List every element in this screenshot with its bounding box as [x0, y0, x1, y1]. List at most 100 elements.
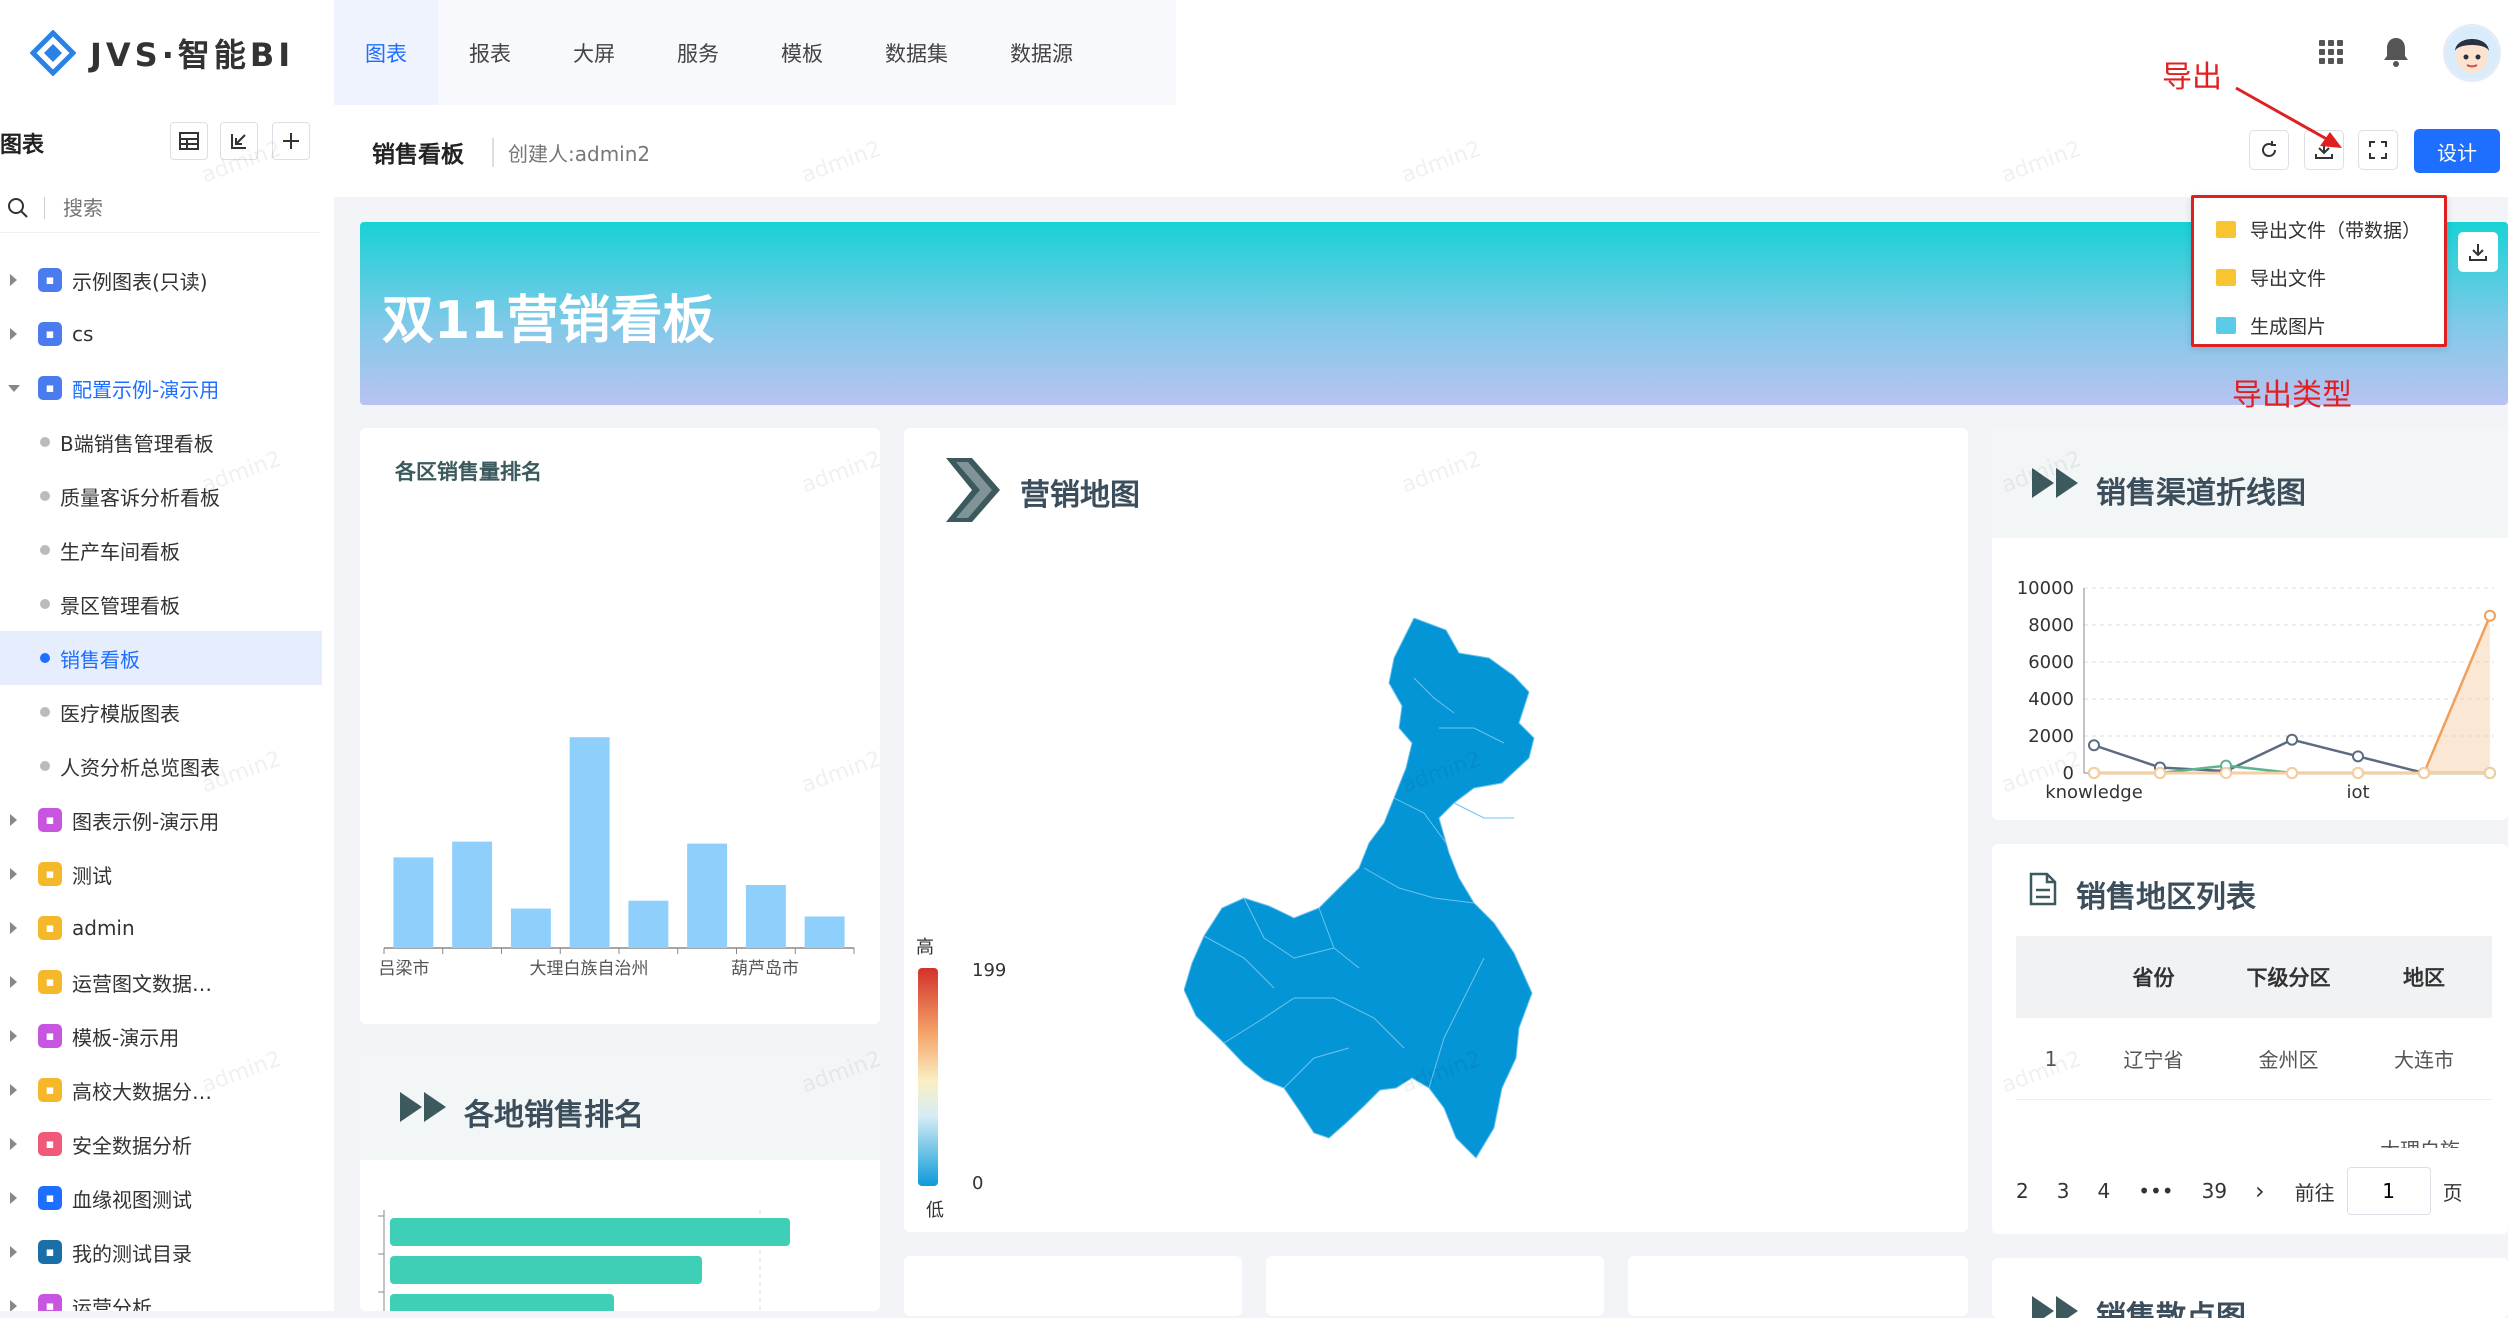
bar[interactable]	[745, 884, 786, 948]
table-header-cell: 地区	[2403, 966, 2445, 990]
data-point[interactable]	[2352, 750, 2364, 763]
nav-datasets[interactable]: 数据集	[854, 0, 979, 105]
tree-folder[interactable]: ▪ 模板-演示用	[0, 1009, 334, 1063]
data-point[interactable]	[2286, 733, 2298, 746]
bar[interactable]	[510, 908, 551, 948]
tree-folder[interactable]: ▪ 配置示例-演示用	[0, 361, 334, 415]
sidebar-tree: ▪ 示例图表(只读) ▪ cs ▪ 配置示例-演示用 B端销售管理看板 质量客诉分析看板 生产车…	[0, 253, 334, 1311]
caret-down-icon[interactable]	[8, 384, 20, 392]
apps-grid-icon[interactable]	[2317, 38, 2345, 70]
y-tick-label: 8000	[2028, 615, 2074, 636]
goto-page-input[interactable]	[2346, 1167, 2431, 1215]
nav-templates[interactable]: 模板	[750, 0, 854, 105]
caret-right-icon[interactable]	[10, 868, 17, 880]
data-point[interactable]	[2220, 767, 2232, 779]
tree-label: 配置示例-演示用	[72, 377, 220, 402]
menu-export-file[interactable]: 导出文件	[2216, 253, 2326, 301]
board-header: 销售看板 创建人:admin2 设计	[334, 105, 2508, 197]
tree-leaf[interactable]: 景区管理看板	[0, 577, 334, 631]
design-button[interactable]: 设计	[2414, 129, 2500, 173]
bar[interactable]	[452, 841, 493, 948]
page-number[interactable]: 4	[2097, 1179, 2110, 1203]
logo[interactable]: JVS·智能BI	[30, 28, 294, 78]
tree-folder[interactable]: ▪ admin	[0, 901, 334, 955]
nav-services[interactable]: 服务	[646, 0, 750, 105]
nav-charts[interactable]: 图表	[334, 0, 438, 105]
search-input[interactable]	[63, 195, 303, 220]
nav-screens[interactable]: 大屏	[542, 0, 646, 105]
data-point[interactable]	[2352, 767, 2364, 779]
add-button[interactable]	[272, 122, 310, 160]
avatar[interactable]	[2443, 24, 2501, 82]
tree-folder[interactable]: ▪ 我的测试目录	[0, 1225, 334, 1279]
tree-leaf[interactable]: 人资分析总览图表	[0, 739, 334, 793]
menu-export-with-data[interactable]: 导出文件（带数据）	[2216, 205, 2421, 253]
data-point[interactable]	[2418, 767, 2430, 779]
caret-right-icon[interactable]	[10, 1138, 17, 1150]
tree-folder[interactable]: ▪ 运营图文数据…	[0, 955, 334, 1009]
tree-folder[interactable]: ▪ 图表示例-演示用	[0, 793, 334, 847]
caret-right-icon[interactable]	[10, 976, 17, 988]
tree-folder[interactable]: ▪ 测试	[0, 847, 334, 901]
tree-folder[interactable]: ▪ 高校大数据分…	[0, 1063, 334, 1117]
bar[interactable]	[390, 1218, 790, 1246]
table-view-button[interactable]	[170, 122, 208, 160]
data-point[interactable]	[2088, 767, 2100, 779]
page-number[interactable]: 39	[2202, 1179, 2227, 1203]
caret-right-icon[interactable]	[10, 1300, 17, 1311]
tree-leaf[interactable]: 医疗模版图表	[0, 685, 334, 739]
table-row[interactable]: 1 辽宁省 金州区 大连市	[2016, 1018, 2492, 1100]
caret-right-icon[interactable]	[10, 1192, 17, 1204]
menu-generate-image[interactable]: 生成图片	[2216, 301, 2326, 349]
data-point[interactable]	[2088, 739, 2100, 752]
tree-leaf[interactable]: B端销售管理看板	[0, 415, 334, 469]
caret-right-icon[interactable]	[10, 922, 17, 934]
bar[interactable]	[687, 843, 728, 948]
nav-reports[interactable]: 报表	[438, 0, 542, 105]
tick-label: 大理白族自治州	[530, 959, 649, 979]
bar[interactable]	[393, 857, 434, 948]
tree-leaf[interactable]: 质量客诉分析看板	[0, 469, 334, 523]
table-partial-cell: 大理白族	[2380, 1134, 2460, 1148]
map-legend-bar	[918, 968, 938, 1186]
bell-icon[interactable]	[2382, 36, 2410, 72]
page-number[interactable]: •••	[2138, 1179, 2173, 1203]
caret-right-icon[interactable]	[10, 1030, 17, 1042]
tree-folder[interactable]: ▪ 运营分析	[0, 1279, 334, 1311]
page-number[interactable]: 3	[2057, 1179, 2070, 1203]
caret-right-icon[interactable]	[10, 328, 17, 340]
bar[interactable]	[390, 1294, 614, 1311]
map-legend-high: 高	[916, 937, 934, 958]
series-line[interactable]	[2094, 615, 2492, 775]
bar[interactable]	[804, 916, 845, 948]
import-button[interactable]	[220, 122, 258, 160]
tree-leaf[interactable]: 生产车间看板	[0, 523, 334, 577]
banner-download-button[interactable]	[2458, 232, 2498, 272]
data-point[interactable]	[2286, 767, 2298, 779]
tree-leaf[interactable]: 销售看板	[0, 631, 322, 685]
nav-datasources[interactable]: 数据源	[979, 0, 1104, 105]
pagination: 2 3 4 ••• 39 › 前往 页	[2016, 1166, 2496, 1216]
next-page-icon[interactable]: ›	[2255, 1177, 2265, 1205]
fullscreen-button[interactable]	[2358, 130, 2398, 170]
tree-folder[interactable]: ▪ 示例图表(只读)	[0, 253, 334, 307]
data-point[interactable]	[2484, 609, 2496, 622]
bar[interactable]	[390, 1256, 702, 1284]
bar[interactable]	[569, 737, 610, 948]
caret-right-icon[interactable]	[10, 814, 17, 826]
data-point[interactable]	[2154, 767, 2166, 779]
tree-folder[interactable]: ▪ cs	[0, 307, 334, 361]
tree-folder[interactable]: ▪ 安全数据分析	[0, 1117, 334, 1171]
folder-icon: ▪	[38, 268, 62, 292]
table-cell: 大连市	[2394, 1048, 2454, 1072]
page-number[interactable]: 2	[2016, 1179, 2029, 1203]
tree-folder[interactable]: ▪ 血缘视图测试	[0, 1171, 334, 1225]
sales-rank-card: 各区销售量排名 吕梁市 大理白族自治州 葫芦岛市	[360, 428, 880, 1024]
caret-right-icon[interactable]	[10, 1246, 17, 1258]
tree-label: 医疗模版图表	[60, 701, 180, 726]
caret-right-icon[interactable]	[10, 274, 17, 286]
data-point[interactable]	[2484, 767, 2496, 779]
bar[interactable]	[628, 900, 669, 948]
tree-label: 高校大数据分…	[72, 1079, 212, 1104]
caret-right-icon[interactable]	[10, 1084, 17, 1096]
